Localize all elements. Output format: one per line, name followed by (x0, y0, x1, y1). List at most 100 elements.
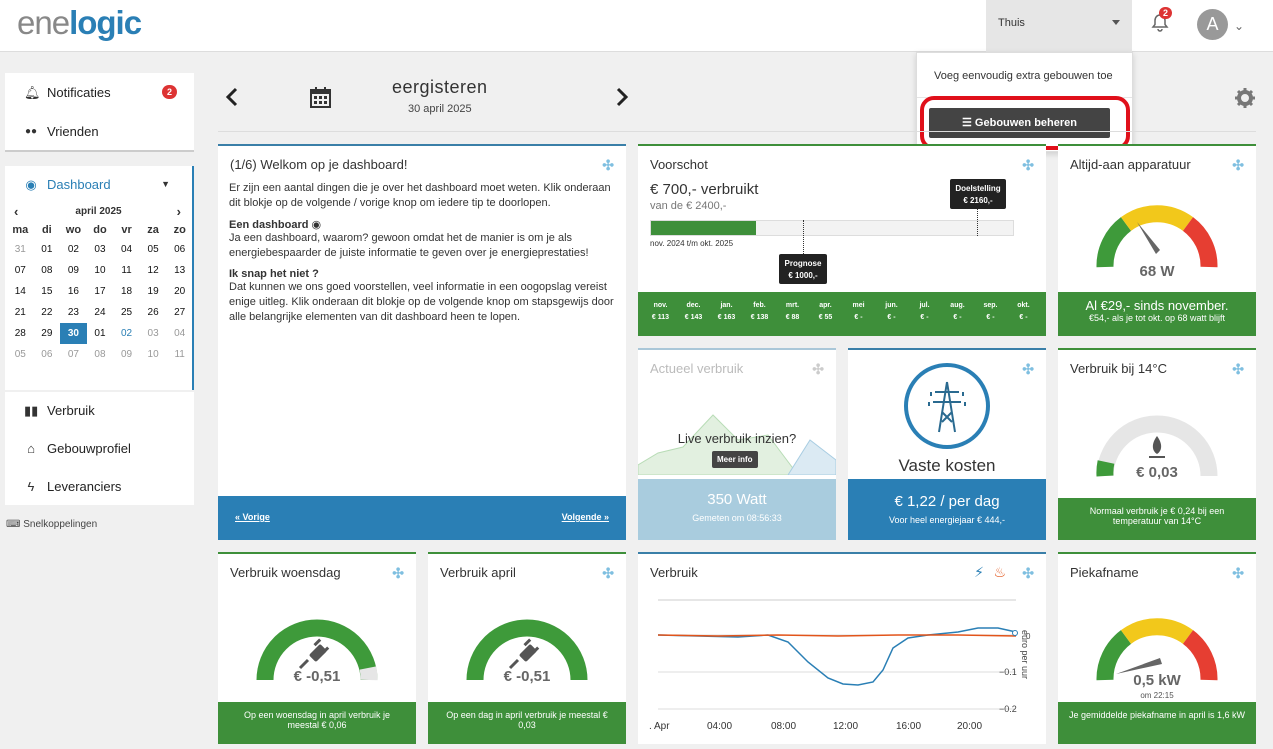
prev-month-button[interactable]: ‹ (14, 203, 18, 221)
next-month-button[interactable]: › (177, 203, 181, 221)
calendar-day[interactable]: 20 (166, 281, 193, 302)
calendar-icon[interactable] (310, 87, 331, 109)
calendar-day[interactable]: 02 (113, 323, 140, 344)
calendar-day[interactable]: 10 (140, 344, 167, 365)
move-icon[interactable]: ✣ (1022, 157, 1034, 174)
calendar-day[interactable]: 31 (7, 239, 34, 260)
calendar-day[interactable]: 28 (7, 323, 34, 344)
x-tick: . Apr (649, 721, 670, 732)
calendar-day-selected[interactable]: 30 (60, 323, 87, 344)
card-title: Piekafname (1070, 565, 1139, 580)
chevron-down-icon[interactable]: ⌄ (1234, 19, 1244, 33)
flame-toggle-icon[interactable]: ♨︎ (993, 564, 1006, 581)
calendar-day[interactable]: 23 (60, 302, 87, 323)
calendar-day[interactable]: 04 (113, 239, 140, 260)
calendar-day[interactable]: 18 (113, 281, 140, 302)
sidebar-item-verbruik[interactable]: ▮▮ Verbruik (5, 392, 194, 430)
month-value: € 138 (750, 314, 769, 321)
notification-count-badge: 2 (1159, 7, 1173, 19)
calendar-day[interactable]: 14 (7, 281, 34, 302)
move-icon[interactable]: ✣ (1022, 361, 1034, 378)
next-tip-link[interactable]: Volgende » (562, 512, 609, 522)
month-label: nov. (653, 302, 668, 309)
sidebar-item-vrienden[interactable]: ●● Vrienden (5, 113, 194, 151)
calendar-day[interactable]: 02 (60, 239, 87, 260)
x-tick: 16:00 (896, 721, 921, 732)
move-icon[interactable]: ✣ (1232, 361, 1244, 378)
calendar-day[interactable]: 01 (34, 239, 61, 260)
move-icon[interactable]: ✣ (602, 565, 614, 582)
sidebar-item-gebouwprofiel[interactable]: ⌂ Gebouwprofiel (5, 430, 194, 468)
move-icon[interactable]: ✣ (1232, 565, 1244, 582)
calendar-day[interactable]: 06 (166, 239, 193, 260)
sidebar-item-notificaties[interactable]: 🔔︎ Notificaties 2 (5, 73, 194, 113)
move-icon[interactable]: ✣ (812, 361, 824, 378)
calendar-day[interactable]: 15 (34, 281, 61, 302)
calendar-day[interactable]: 25 (113, 302, 140, 323)
calendar-day[interactable]: 13 (166, 260, 193, 281)
next-day-icon[interactable] (614, 87, 630, 107)
move-icon[interactable]: ✣ (602, 157, 614, 174)
meer-info-button[interactable]: Meer info (712, 451, 758, 468)
sidebar-bottom-menu: ▮▮ Verbruik ⌂ Gebouwprofiel ϟ Leveranciers (5, 392, 194, 505)
calendar-day[interactable]: 11 (166, 344, 193, 365)
calendar-day[interactable]: 09 (60, 260, 87, 281)
calendar-day[interactable]: 26 (140, 302, 167, 323)
month-label: jul. (919, 302, 930, 309)
calendar-day[interactable]: 03 (140, 323, 167, 344)
welcome-nav-bar: « Vorige Volgende » (218, 496, 626, 540)
calendar-day[interactable]: 21 (7, 302, 34, 323)
calendar-day[interactable]: 10 (87, 260, 114, 281)
y-axis-label: euro per uur (1020, 630, 1030, 679)
keyboard-icon: ⌨ (6, 519, 24, 530)
voorschot-card: Voorschot ✣ € 700,- verbruikt van de € 2… (638, 144, 1046, 336)
welcome-heading: Ik snap het niet ? (229, 268, 319, 280)
calendar-day[interactable]: 08 (34, 260, 61, 281)
x-tick: 12:00 (833, 721, 858, 732)
calendar-day[interactable]: 27 (166, 302, 193, 323)
y-tick: −0.1 (999, 667, 1017, 677)
calendar-day[interactable]: 22 (34, 302, 61, 323)
month-cost-column: nov. € 113 (644, 300, 677, 336)
card-title: Verbruik woensdag (230, 565, 341, 580)
building-select[interactable]: Thuis (986, 0, 1132, 52)
calendar-day[interactable]: 05 (140, 239, 167, 260)
prev-day-icon[interactable] (224, 87, 240, 107)
sidebar-item-dashboard[interactable]: ◉ Dashboard ▼ (5, 166, 192, 203)
calendar-day[interactable]: 17 (87, 281, 114, 302)
calendar-day[interactable]: 16 (60, 281, 87, 302)
live-cta[interactable]: Live verbruik inzien? (638, 431, 836, 446)
mini-calendar: ‹ april 2025 › ma di wo do vr za zo 31 01 02 03 04… (5, 203, 192, 365)
calendar-day[interactable]: 03 (87, 239, 114, 260)
enelogic-logo[interactable]: enelogic (17, 4, 142, 42)
plug-toggle-icon[interactable]: ⚡︎ (974, 564, 984, 581)
sidebar-item-leveranciers[interactable]: ϟ Leveranciers (5, 468, 194, 506)
calendar-day[interactable]: 01 (87, 323, 114, 344)
calendar-week: 31 01 02 03 04 05 06 (7, 239, 193, 260)
calendar-day[interactable]: 06 (34, 344, 61, 365)
prev-tip-link[interactable]: « Vorige (235, 512, 270, 522)
calendar-day[interactable]: 07 (60, 344, 87, 365)
calendar-day[interactable]: 29 (34, 323, 61, 344)
month-cost-column: aug. € - (941, 300, 974, 336)
calendar-day[interactable]: 04 (166, 323, 193, 344)
calendar-day[interactable]: 11 (113, 260, 140, 281)
avatar[interactable]: A (1197, 9, 1228, 40)
calendar-day[interactable]: 07 (7, 260, 34, 281)
gear-icon[interactable] (1235, 88, 1255, 108)
verbruik-woensdag-card: Verbruik woensdag ✣ € -0,51 Op een woens… (218, 552, 416, 744)
calendar-day[interactable]: 09 (113, 344, 140, 365)
move-icon[interactable]: ✣ (1022, 565, 1034, 582)
calendar-day[interactable]: 08 (87, 344, 114, 365)
snelkoppelingen-link[interactable]: ⌨ Snelkoppelingen (6, 519, 97, 530)
move-icon[interactable]: ✣ (1232, 157, 1244, 174)
month-label: mei (852, 302, 865, 309)
month-cost-column: okt. € - (1007, 300, 1040, 336)
piekafname-time: om 22:15 (1140, 691, 1174, 700)
calendar-day[interactable]: 19 (140, 281, 167, 302)
calendar-day[interactable]: 24 (87, 302, 114, 323)
move-icon[interactable]: ✣ (392, 565, 404, 582)
calendar-day[interactable]: 05 (7, 344, 34, 365)
calendar-day[interactable]: 12 (140, 260, 167, 281)
voorschot-amount: € 700,- verbruikt (650, 181, 759, 198)
